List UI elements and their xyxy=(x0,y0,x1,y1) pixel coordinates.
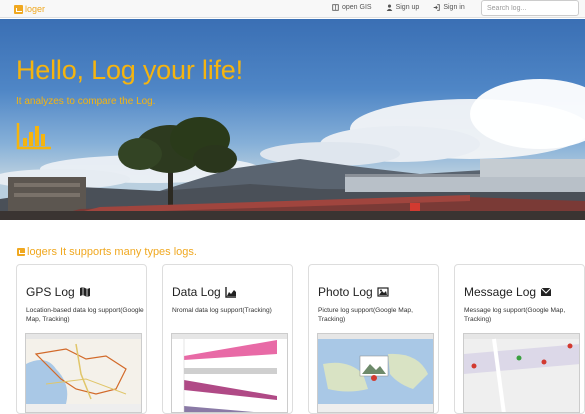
card-description: Nromal data log support(Tracking) xyxy=(172,307,272,314)
card-data-log[interactable]: Data Log Nromal data log support(Trackin… xyxy=(162,264,293,414)
open-gis-link[interactable]: open GIS xyxy=(332,4,372,11)
bar-chart-icon xyxy=(16,123,51,150)
picture-icon xyxy=(377,287,389,297)
section-heading: logers It supports many types logs. xyxy=(17,246,197,258)
card-description: Picture log support(Google Map, Tracking… xyxy=(318,307,413,323)
brand-logo[interactable]: loger xyxy=(14,3,45,15)
card-description: Message log support(Google Map, Tracking… xyxy=(464,307,566,323)
data-log-screenshot xyxy=(171,333,288,413)
hero-banner: Hello, Log your life! It analyzes to com… xyxy=(0,19,585,220)
hero-subtitle: It analyzes to compare the Log. xyxy=(16,96,156,107)
nav-links: open GIS Sign up Sign in xyxy=(332,4,465,11)
loger-logo-icon xyxy=(14,4,23,14)
brand-name: loger xyxy=(25,4,46,14)
sign-in-link[interactable]: Sign in xyxy=(433,4,465,11)
hero-title: Hello, Log your life! xyxy=(16,55,243,85)
card-title-text: GPS Log xyxy=(26,285,75,299)
sign-in-label: Sign in xyxy=(443,4,465,11)
open-gis-label: open GIS xyxy=(342,4,372,11)
card-title-text: Data Log xyxy=(172,285,221,299)
section-heading-text: logers It supports many types logs. xyxy=(27,246,197,258)
envelope-icon xyxy=(540,287,552,296)
card-title: GPS Log xyxy=(26,285,91,299)
gps-log-screenshot xyxy=(25,333,142,413)
top-navbar: loger open GIS Sign up Sign in xyxy=(0,0,585,18)
sign-in-icon xyxy=(434,4,441,11)
user-icon xyxy=(386,4,392,11)
card-gps-log[interactable]: GPS Log Location-based data log support(… xyxy=(16,264,147,414)
card-title-text: Message Log xyxy=(464,285,537,299)
card-description: Location-based data log support(Google M… xyxy=(26,307,144,323)
loger-logo-icon xyxy=(17,248,25,256)
card-title: Data Log xyxy=(172,285,237,299)
card-title: Message Log xyxy=(464,285,552,299)
card-title: Photo Log xyxy=(318,285,389,299)
card-photo-log[interactable]: Photo Log Picture log support(Google Map… xyxy=(308,264,439,414)
card-title-text: Photo Log xyxy=(318,285,373,299)
message-log-screenshot xyxy=(463,333,580,413)
card-message-log[interactable]: Message Log Message log support(Google M… xyxy=(454,264,585,414)
map-icon xyxy=(79,287,90,297)
book-icon xyxy=(332,4,339,11)
search-input[interactable] xyxy=(481,0,579,16)
area-chart-icon xyxy=(225,287,236,298)
photo-log-screenshot xyxy=(317,333,434,413)
sign-up-link[interactable]: Sign up xyxy=(386,4,420,11)
sign-up-label: Sign up xyxy=(395,4,420,11)
hero-background-image xyxy=(0,79,585,220)
